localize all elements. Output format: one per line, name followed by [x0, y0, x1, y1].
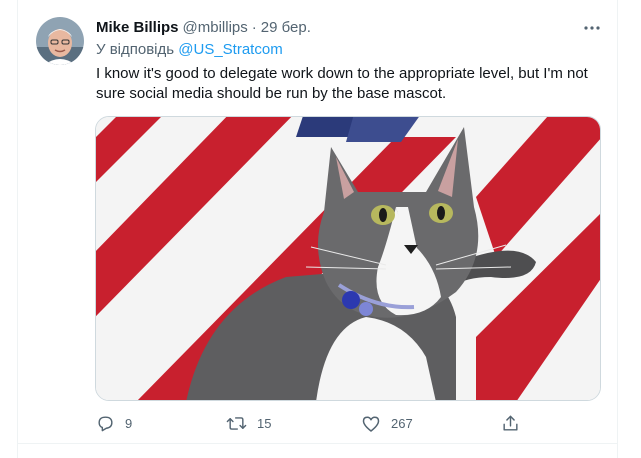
- avatar-image: [36, 17, 84, 65]
- tweet-header: Mike Billips @mbillips · 29 бер.: [96, 17, 311, 37]
- separator-dot: ·: [251, 18, 257, 36]
- reply-button[interactable]: 9: [96, 412, 132, 434]
- reply-to-link[interactable]: @US_Stratcom: [178, 41, 282, 58]
- retweet-icon: [226, 416, 247, 430]
- tweet-media[interactable]: [95, 116, 601, 401]
- timeline-border-left: [17, 0, 18, 458]
- tweet-divider: [17, 443, 618, 444]
- share-icon: [503, 415, 518, 431]
- timeline-border-right: [617, 0, 618, 458]
- author-handle[interactable]: @mbillips: [183, 19, 248, 36]
- reply-icon: [98, 415, 113, 431]
- heart-icon: [362, 416, 380, 432]
- more-options-button[interactable]: [580, 16, 604, 40]
- reply-count: 9: [125, 415, 133, 431]
- author-name[interactable]: Mike Billips: [96, 19, 179, 36]
- avatar[interactable]: [36, 17, 84, 65]
- tweet-date[interactable]: 29 бер.: [261, 19, 311, 36]
- tweet-actions: 9 15 267: [96, 412, 526, 434]
- like-count: 267: [391, 415, 413, 431]
- retweet-button[interactable]: 15: [226, 412, 271, 434]
- replying-to: У відповідь @US_Stratcom: [96, 41, 283, 58]
- more-icon: [584, 26, 600, 30]
- retweet-count: 15: [257, 415, 272, 431]
- tweet-text: I know it's good to delegate work down t…: [96, 65, 588, 102]
- share-button[interactable]: [501, 412, 520, 434]
- like-button[interactable]: 267: [361, 412, 413, 434]
- reply-prefix: У відповідь: [96, 41, 175, 58]
- cat-flag-photo: [96, 117, 600, 400]
